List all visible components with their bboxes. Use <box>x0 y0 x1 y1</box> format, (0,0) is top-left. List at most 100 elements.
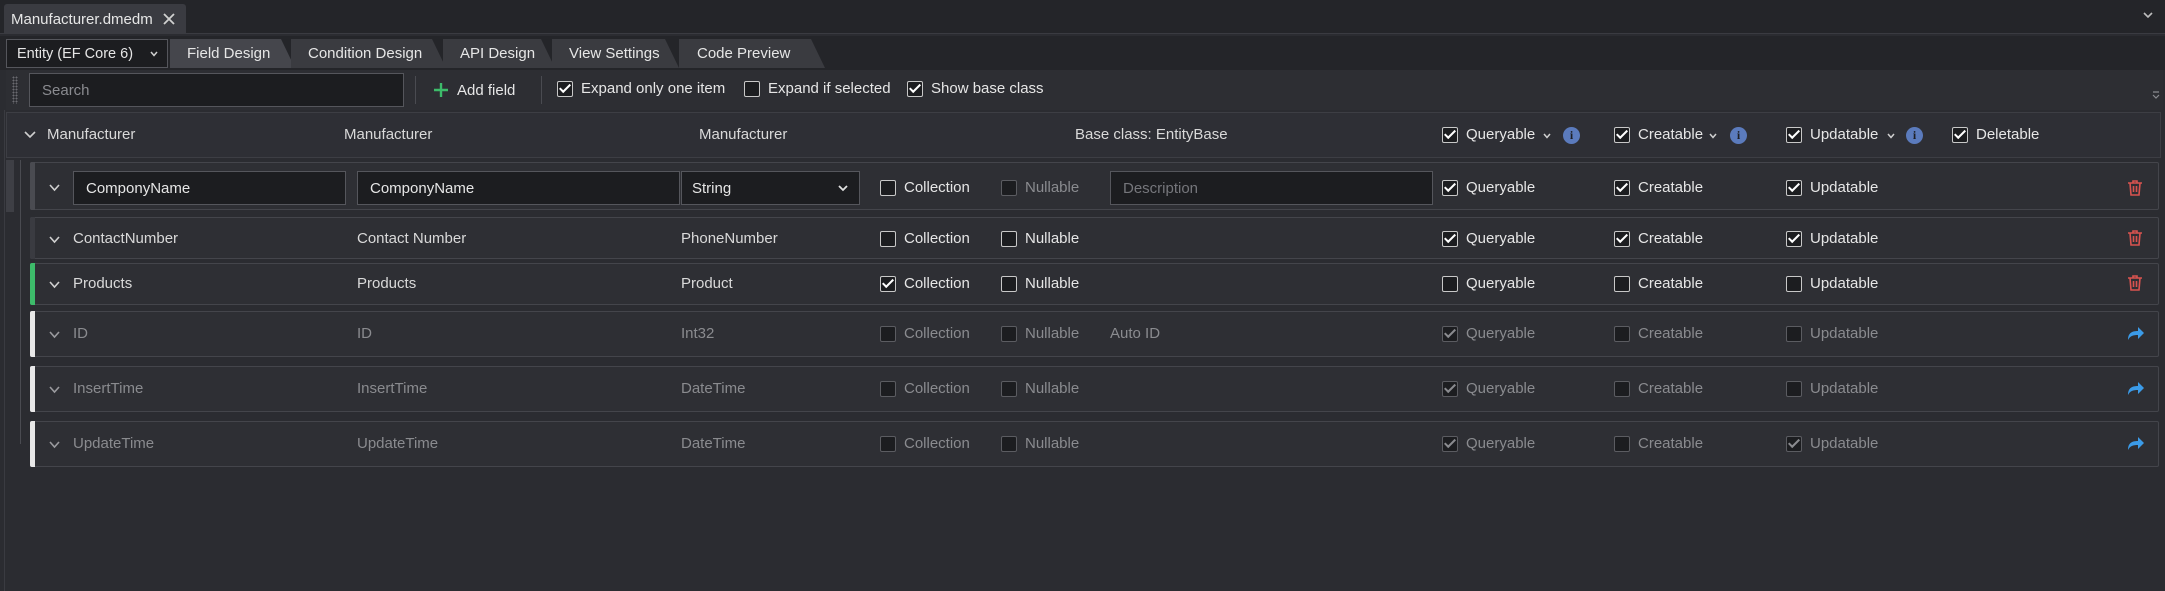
close-icon[interactable] <box>160 10 178 28</box>
checkbox-box <box>1442 275 1458 292</box>
field-extra: Auto ID <box>1110 325 1161 342</box>
checkbox-label: Queryable <box>1466 179 1536 196</box>
checkbox-box <box>1786 325 1802 342</box>
updatable-checkbox: Updatable <box>1786 380 1878 397</box>
queryable-checkbox[interactable]: Queryable <box>1442 179 1535 196</box>
expand-only-one-checkbox[interactable]: Expand only one item <box>557 80 725 97</box>
queryable-checkbox[interactable]: Queryable <box>1442 275 1535 292</box>
field-name: ContactNumber <box>73 230 179 247</box>
document-tab[interactable]: Manufacturer.dmedm <box>4 4 186 34</box>
creatable-checkbox[interactable]: Creatable <box>1614 179 1703 196</box>
entity-updatable-checkbox[interactable]: Updatable <box>1786 126 1878 143</box>
collection-checkbox[interactable]: Collection <box>880 179 970 196</box>
checkbox-label: Creatable <box>1638 179 1704 196</box>
entity-type-combo[interactable]: Entity (EF Core 6) <box>6 39 168 68</box>
entity-creatable-checkbox[interactable]: Creatable <box>1614 126 1703 143</box>
field-display-name-input[interactable]: ComponyName <box>357 171 680 205</box>
checkbox-box <box>744 80 760 97</box>
info-icon[interactable]: i <box>1563 127 1580 144</box>
chevron-down-icon[interactable] <box>48 385 61 395</box>
entity-deletable-checkbox[interactable]: Deletable <box>1952 126 2039 143</box>
tab-label: API Design <box>460 45 536 62</box>
forward-arrow-icon[interactable] <box>2125 378 2145 398</box>
field-display-name: UpdateTime <box>357 435 439 452</box>
checkbox-label: Creatable <box>1638 126 1704 143</box>
checkbox-label: Queryable <box>1466 230 1536 247</box>
field-name: ID <box>73 325 88 342</box>
checkbox-label: Updatable <box>1810 126 1879 143</box>
nullable-checkbox[interactable]: Nullable <box>1001 275 1079 292</box>
checkbox-label: Queryable <box>1466 275 1536 292</box>
field-type: Product <box>681 275 733 292</box>
forward-arrow-icon[interactable] <box>2125 433 2145 453</box>
checkbox-label: Expand if selected <box>768 80 891 97</box>
chevron-down-icon[interactable] <box>48 440 61 450</box>
updatable-checkbox[interactable]: Updatable <box>1786 230 1878 247</box>
creatable-checkbox[interactable]: Creatable <box>1614 230 1703 247</box>
checkbox-box <box>1614 325 1630 342</box>
document-tab-bar <box>0 0 2165 34</box>
chevron-down-icon[interactable] <box>1542 131 1552 141</box>
checkbox-box <box>880 230 896 247</box>
checkbox-label: Nullable <box>1025 230 1080 247</box>
chevron-down-icon[interactable] <box>1886 131 1896 141</box>
checkbox-box <box>1786 179 1802 196</box>
field-name-input[interactable]: ComponyName <box>73 171 346 205</box>
chevron-down-icon[interactable] <box>48 280 61 290</box>
checkbox-box <box>880 435 896 452</box>
info-icon[interactable]: i <box>1730 127 1747 144</box>
checkbox-box <box>1614 435 1630 452</box>
collection-checkbox[interactable]: Collection <box>880 230 970 247</box>
expand-if-selected-checkbox[interactable]: Expand if selected <box>744 80 891 97</box>
tab-label: Field Design <box>187 45 271 62</box>
show-base-class-checkbox[interactable]: Show base class <box>907 80 1044 97</box>
toolbar-grip[interactable] <box>12 76 18 104</box>
queryable-checkbox[interactable]: Queryable <box>1442 230 1535 247</box>
tab-api-design[interactable]: API Design <box>443 39 555 68</box>
tab-field-design[interactable]: Field Design <box>170 39 295 68</box>
checkbox-label: Deletable <box>1976 126 2040 143</box>
chevron-down-icon[interactable] <box>48 183 61 193</box>
chevron-down-icon[interactable] <box>23 129 37 141</box>
checkbox-label: Updatable <box>1810 230 1879 247</box>
trash-icon[interactable] <box>2125 178 2145 198</box>
forward-arrow-icon[interactable] <box>2125 323 2145 343</box>
field-description-input[interactable]: Description <box>1110 171 1433 205</box>
checkbox-label: Creatable <box>1638 380 1704 397</box>
collection-checkbox: Collection <box>880 435 970 452</box>
checkbox-label: Nullable <box>1025 275 1080 292</box>
creatable-checkbox: Creatable <box>1614 435 1703 452</box>
chevron-down-icon[interactable] <box>2141 8 2155 22</box>
field-display-name: Contact Number <box>357 230 467 247</box>
search-input[interactable] <box>29 73 404 107</box>
field-name: InsertTime <box>73 380 144 397</box>
tab-code-preview[interactable]: Code Preview <box>679 39 825 68</box>
field-type: DateTime <box>681 380 746 397</box>
checkbox-label: Collection <box>904 275 970 292</box>
collection-checkbox[interactable]: Collection <box>880 275 970 292</box>
chevron-down-icon[interactable] <box>1708 131 1718 141</box>
tab-condition-design[interactable]: Condition Design <box>291 39 446 68</box>
chevron-down-icon[interactable] <box>48 235 61 245</box>
creatable-checkbox: Creatable <box>1614 380 1703 397</box>
trash-icon[interactable] <box>2125 273 2145 293</box>
updatable-checkbox[interactable]: Updatable <box>1786 179 1878 196</box>
trash-icon[interactable] <box>2125 228 2145 248</box>
toolbar-overflow-icon[interactable] <box>2151 90 2161 100</box>
checkbox-label: Nullable <box>1025 179 1080 196</box>
info-icon[interactable]: i <box>1906 127 1923 144</box>
checkbox-box <box>880 380 896 397</box>
entity-queryable-checkbox[interactable]: Queryable <box>1442 126 1535 143</box>
chevron-down-icon[interactable] <box>48 330 61 340</box>
updatable-checkbox[interactable]: Updatable <box>1786 275 1878 292</box>
tree-line <box>20 160 21 444</box>
queryable-checkbox: Queryable <box>1442 435 1535 452</box>
add-field-button[interactable]: Add field <box>433 78 515 102</box>
field-type-select[interactable]: String <box>681 171 860 205</box>
tab-view-settings[interactable]: View Settings <box>552 39 679 68</box>
checkbox-box <box>1442 435 1458 452</box>
nullable-checkbox[interactable]: Nullable <box>1001 230 1079 247</box>
entity-type-value: Entity (EF Core 6) <box>17 45 134 62</box>
creatable-checkbox[interactable]: Creatable <box>1614 275 1703 292</box>
nullable-checkbox: Nullable <box>1001 179 1079 196</box>
